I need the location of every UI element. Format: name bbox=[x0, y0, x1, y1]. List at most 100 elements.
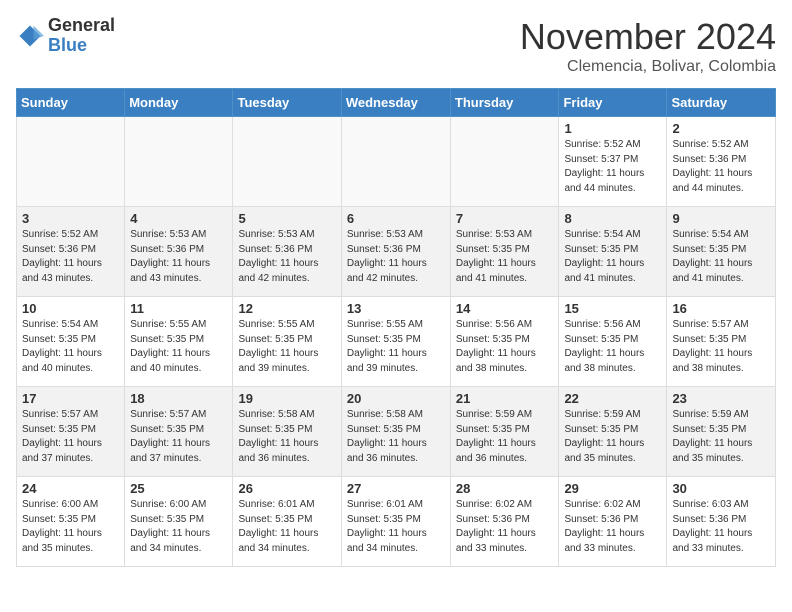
day-number: 3 bbox=[22, 211, 119, 226]
calendar-cell: 14 Sunrise: 5:56 AM Sunset: 5:35 PM Dayli… bbox=[450, 297, 559, 387]
calendar-week-4: 17 Sunrise: 5:57 AM Sunset: 5:35 PM Dayli… bbox=[17, 387, 776, 477]
day-number: 2 bbox=[672, 121, 770, 136]
day-number: 4 bbox=[130, 211, 227, 226]
calendar-cell: 21 Sunrise: 5:59 AM Sunset: 5:35 PM Dayli… bbox=[450, 387, 559, 477]
day-number: 20 bbox=[347, 391, 445, 406]
day-info: Sunrise: 5:52 AM Sunset: 5:37 PM Dayligh… bbox=[564, 138, 661, 196]
calendar-cell: 30Sunrise: 6:03 AM Sunset: 5:36 PM Dayli… bbox=[667, 477, 776, 567]
calendar-cell: 18 Sunrise: 5:57 AM Sunset: 5:35 PM Dayli… bbox=[125, 387, 233, 477]
calendar-cell: 7 Sunrise: 5:53 AM Sunset: 5:35 PM Daylig… bbox=[450, 207, 559, 297]
calendar-body: 1 Sunrise: 5:52 AM Sunset: 5:37 PM Daylig… bbox=[17, 117, 776, 567]
calendar-cell: 12 Sunrise: 5:55 AM Sunset: 5:35 PM Dayli… bbox=[233, 297, 341, 387]
calendar-cell: 28 Sunrise: 6:02 AM Sunset: 5:36 PM Dayli… bbox=[450, 477, 559, 567]
day-number: 28 bbox=[456, 481, 554, 496]
title-block: November 2024 Clemencia, Bolivar, Colomb… bbox=[520, 16, 776, 76]
calendar-cell bbox=[233, 117, 341, 207]
day-number: 18 bbox=[130, 391, 227, 406]
day-info: Sunrise: 5:53 AM Sunset: 5:35 PM Dayligh… bbox=[456, 228, 554, 286]
day-info: Sunrise: 5:59 AM Sunset: 5:35 PM Dayligh… bbox=[456, 408, 554, 466]
calendar-cell: 13 Sunrise: 5:55 AM Sunset: 5:35 PM Dayli… bbox=[341, 297, 450, 387]
calendar-cell: 26 Sunrise: 6:01 AM Sunset: 5:35 PM Dayli… bbox=[233, 477, 341, 567]
day-info: Sunrise: 6:01 AM Sunset: 5:35 PM Dayligh… bbox=[347, 498, 445, 556]
calendar-cell bbox=[341, 117, 450, 207]
calendar-cell: 3 Sunrise: 5:52 AM Sunset: 5:36 PM Daylig… bbox=[17, 207, 125, 297]
logo-general-text: General bbox=[48, 15, 115, 35]
logo-icon bbox=[16, 22, 44, 50]
day-info: Sunrise: 5:57 AM Sunset: 5:35 PM Dayligh… bbox=[672, 318, 770, 376]
day-info: Sunrise: 5:54 AM Sunset: 5:35 PM Dayligh… bbox=[672, 228, 770, 286]
day-info: Sunrise: 5:57 AM Sunset: 5:35 PM Dayligh… bbox=[130, 408, 227, 466]
logo-blue-text: Blue bbox=[48, 35, 87, 55]
day-info: Sunrise: 5:58 AM Sunset: 5:35 PM Dayligh… bbox=[347, 408, 445, 466]
calendar-cell: 23Sunrise: 5:59 AM Sunset: 5:35 PM Dayli… bbox=[667, 387, 776, 477]
column-header-friday: Friday bbox=[559, 89, 667, 117]
day-info: Sunrise: 5:53 AM Sunset: 5:36 PM Dayligh… bbox=[130, 228, 227, 286]
calendar-header: SundayMondayTuesdayWednesdayThursdayFrid… bbox=[17, 89, 776, 117]
day-info: Sunrise: 5:59 AM Sunset: 5:35 PM Dayligh… bbox=[564, 408, 661, 466]
day-info: Sunrise: 6:02 AM Sunset: 5:36 PM Dayligh… bbox=[564, 498, 661, 556]
logo: General Blue bbox=[16, 16, 115, 56]
day-info: Sunrise: 5:57 AM Sunset: 5:35 PM Dayligh… bbox=[22, 408, 119, 466]
calendar-cell: 1 Sunrise: 5:52 AM Sunset: 5:37 PM Daylig… bbox=[559, 117, 667, 207]
calendar-cell: 6 Sunrise: 5:53 AM Sunset: 5:36 PM Daylig… bbox=[341, 207, 450, 297]
day-number: 19 bbox=[238, 391, 335, 406]
day-number: 21 bbox=[456, 391, 554, 406]
day-number: 1 bbox=[564, 121, 661, 136]
day-number: 13 bbox=[347, 301, 445, 316]
day-number: 6 bbox=[347, 211, 445, 226]
day-info: Sunrise: 5:56 AM Sunset: 5:35 PM Dayligh… bbox=[564, 318, 661, 376]
day-info: Sunrise: 5:56 AM Sunset: 5:35 PM Dayligh… bbox=[456, 318, 554, 376]
day-info: Sunrise: 5:53 AM Sunset: 5:36 PM Dayligh… bbox=[347, 228, 445, 286]
calendar-cell: 24Sunrise: 6:00 AM Sunset: 5:35 PM Dayli… bbox=[17, 477, 125, 567]
calendar-table: SundayMondayTuesdayWednesdayThursdayFrid… bbox=[16, 88, 776, 567]
month-title: November 2024 bbox=[520, 16, 776, 58]
day-info: Sunrise: 5:58 AM Sunset: 5:35 PM Dayligh… bbox=[238, 408, 335, 466]
calendar-week-3: 10 Sunrise: 5:54 AM Sunset: 5:35 PM Dayli… bbox=[17, 297, 776, 387]
day-info: Sunrise: 5:54 AM Sunset: 5:35 PM Dayligh… bbox=[22, 318, 119, 376]
calendar-week-1: 1 Sunrise: 5:52 AM Sunset: 5:37 PM Daylig… bbox=[17, 117, 776, 207]
day-info: Sunrise: 6:01 AM Sunset: 5:35 PM Dayligh… bbox=[238, 498, 335, 556]
calendar-cell: 5 Sunrise: 5:53 AM Sunset: 5:36 PM Daylig… bbox=[233, 207, 341, 297]
day-info: Sunrise: 5:53 AM Sunset: 5:36 PM Dayligh… bbox=[238, 228, 335, 286]
day-number: 16 bbox=[672, 301, 770, 316]
day-info: Sunrise: 5:55 AM Sunset: 5:35 PM Dayligh… bbox=[238, 318, 335, 376]
day-number: 14 bbox=[456, 301, 554, 316]
header-row: SundayMondayTuesdayWednesdayThursdayFrid… bbox=[17, 89, 776, 117]
day-info: Sunrise: 6:03 AM Sunset: 5:36 PM Dayligh… bbox=[672, 498, 770, 556]
day-number: 26 bbox=[238, 481, 335, 496]
calendar-cell: 10 Sunrise: 5:54 AM Sunset: 5:35 PM Dayli… bbox=[17, 297, 125, 387]
calendar-cell: 20 Sunrise: 5:58 AM Sunset: 5:35 PM Dayli… bbox=[341, 387, 450, 477]
day-number: 9 bbox=[672, 211, 770, 226]
day-number: 24 bbox=[22, 481, 119, 496]
column-header-thursday: Thursday bbox=[450, 89, 559, 117]
calendar-cell: 22Sunrise: 5:59 AM Sunset: 5:35 PM Dayli… bbox=[559, 387, 667, 477]
day-info: Sunrise: 5:55 AM Sunset: 5:35 PM Dayligh… bbox=[130, 318, 227, 376]
calendar-cell: 15Sunrise: 5:56 AM Sunset: 5:35 PM Dayli… bbox=[559, 297, 667, 387]
column-header-wednesday: Wednesday bbox=[341, 89, 450, 117]
calendar-week-5: 24 Sunrise: 6:00 AM Sunset: 5:35 PM Dayli… bbox=[17, 477, 776, 567]
page-header: General Blue November 2024 Clemencia, Bo… bbox=[16, 16, 776, 76]
day-number: 17 bbox=[22, 391, 119, 406]
day-number: 10 bbox=[22, 301, 119, 316]
calendar-cell: 19 Sunrise: 5:58 AM Sunset: 5:35 PM Dayli… bbox=[233, 387, 341, 477]
calendar-cell bbox=[125, 117, 233, 207]
calendar-cell bbox=[17, 117, 125, 207]
day-number: 23 bbox=[672, 391, 770, 406]
day-number: 12 bbox=[238, 301, 335, 316]
column-header-monday: Monday bbox=[125, 89, 233, 117]
day-info: Sunrise: 6:02 AM Sunset: 5:36 PM Dayligh… bbox=[456, 498, 554, 556]
day-number: 5 bbox=[238, 211, 335, 226]
day-info: Sunrise: 5:55 AM Sunset: 5:35 PM Dayligh… bbox=[347, 318, 445, 376]
day-number: 27 bbox=[347, 481, 445, 496]
calendar-cell: 9 Sunrise: 5:54 AM Sunset: 5:35 PM Daylig… bbox=[667, 207, 776, 297]
day-number: 25 bbox=[130, 481, 227, 496]
day-number: 7 bbox=[456, 211, 554, 226]
day-info: Sunrise: 5:52 AM Sunset: 5:36 PM Dayligh… bbox=[22, 228, 119, 286]
calendar-week-2: 3 Sunrise: 5:52 AM Sunset: 5:36 PM Daylig… bbox=[17, 207, 776, 297]
calendar-cell: 27 Sunrise: 6:01 AM Sunset: 5:35 PM Dayli… bbox=[341, 477, 450, 567]
column-header-sunday: Sunday bbox=[17, 89, 125, 117]
calendar-cell: 17 Sunrise: 5:57 AM Sunset: 5:35 PM Dayli… bbox=[17, 387, 125, 477]
day-info: Sunrise: 6:00 AM Sunset: 5:35 PM Dayligh… bbox=[130, 498, 227, 556]
day-info: Sunrise: 5:54 AM Sunset: 5:35 PM Dayligh… bbox=[564, 228, 661, 286]
day-number: 11 bbox=[130, 301, 227, 316]
